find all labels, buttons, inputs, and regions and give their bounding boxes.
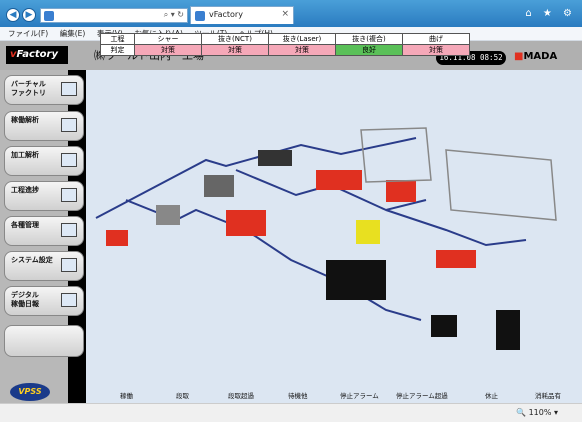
process-cell: 抜き(複合)	[335, 33, 403, 45]
zoom-value: 110%	[528, 408, 552, 417]
factory-icon	[61, 82, 77, 96]
sidebar-item-label: 加工解析	[11, 151, 39, 159]
storage-rack[interactable]	[445, 149, 557, 221]
sidebar-item-digital-daily-report[interactable]: デジタル 稼働日報	[4, 286, 84, 316]
machine[interactable]	[431, 315, 457, 337]
page-icon	[44, 11, 54, 21]
sidebar-item-operation-analysis[interactable]: 稼働解析	[4, 111, 84, 141]
factory-floor-3d-view[interactable]	[86, 70, 582, 385]
machine[interactable]	[258, 150, 292, 166]
close-tab-icon[interactable]: ×	[281, 9, 289, 19]
judgment-cell[interactable]: 対策	[134, 44, 202, 56]
machine-alarm[interactable]	[226, 210, 266, 236]
sidebar: バーチャル ファクトリ 稼働解析 加工解析 工程進捗 各種管理 システム設定 デ…	[0, 70, 84, 403]
machine[interactable]	[156, 205, 180, 225]
browser-toolbar-icons[interactable]: ⌂ ★ ⚙	[525, 8, 576, 19]
sidebar-item-system-settings[interactable]: システム設定	[4, 251, 84, 281]
judgment-cell[interactable]: 対策	[402, 44, 470, 56]
status-legend: 稼働 段取 段取超過 待機他 停止アラーム 停止アラーム超過 休止 消耗品有	[90, 390, 582, 403]
rack-group	[360, 127, 557, 221]
storage-rack[interactable]	[360, 127, 432, 183]
sidebar-item-label: 各種管理	[11, 221, 39, 229]
menu-item-file[interactable]: ファイル(F)	[8, 29, 48, 38]
browser-titlebar: ◀ ▶ ⌕ ▾ ↻ vFactory × ⌂ ★ ⚙	[0, 0, 582, 27]
vpss-logo: VPSS	[10, 383, 50, 401]
judgment-cell[interactable]: 対策	[201, 44, 269, 56]
browser-tab[interactable]: vFactory ×	[190, 6, 294, 24]
tab-title: vFactory	[209, 10, 243, 19]
back-button[interactable]: ◀	[6, 8, 20, 22]
machine-alarm[interactable]	[386, 180, 416, 202]
settings-icon	[61, 258, 77, 272]
legend-item: 停止アラーム超過	[396, 392, 448, 400]
process-cell: 抜き(NCT)	[201, 33, 269, 45]
machine-alarm[interactable]	[316, 170, 362, 190]
sidebar-item-process-progress[interactable]: 工程進捗	[4, 181, 84, 211]
legend-item: 稼働	[120, 392, 133, 400]
sidebar-item-virtual-factory[interactable]: バーチャル ファクトリ	[4, 75, 84, 105]
legend-item: 段取	[176, 392, 189, 400]
grid-icon	[61, 223, 77, 237]
sidebar-empty-slot	[4, 325, 84, 357]
machine-alarm[interactable]	[106, 230, 128, 246]
judgment-cell[interactable]: 良好	[335, 44, 403, 56]
machine[interactable]	[496, 310, 520, 350]
zoom-level[interactable]: 🔍 110% ▾	[516, 408, 558, 417]
machine-setup[interactable]	[356, 220, 380, 244]
process-cell: 曲げ	[402, 33, 470, 45]
table-row: 判定 対策 対策 対策 良好 対策	[100, 44, 470, 56]
menu-item-edit[interactable]: 編集(E)	[60, 29, 86, 38]
sidebar-item-label: バーチャル ファクトリ	[11, 80, 46, 97]
machine[interactable]	[204, 175, 234, 197]
table-row: 工程 シャー 抜き(NCT) 抜き(Laser) 抜き(複合) 曲げ	[100, 33, 470, 45]
monitor-icon	[61, 118, 77, 132]
tab-icon	[195, 11, 205, 21]
address-bar[interactable]: ⌕ ▾ ↻	[40, 8, 188, 23]
sidebar-item-label: デジタル 稼働日報	[11, 291, 39, 308]
legend-item: 休止	[485, 392, 498, 400]
legend-item: 停止アラーム	[340, 392, 379, 400]
machine[interactable]	[326, 260, 386, 300]
progress-icon	[61, 188, 77, 202]
search-refresh-icon[interactable]: ⌕ ▾ ↻	[164, 10, 184, 20]
sidebar-item-management[interactable]: 各種管理	[4, 216, 84, 246]
legend-item: 段取超過	[228, 392, 254, 400]
chart-icon	[61, 153, 77, 167]
row-label: 工程	[100, 33, 135, 45]
machine-alarm[interactable]	[436, 250, 476, 268]
browser-statusbar: 🔍 110% ▾	[0, 403, 582, 422]
legend-item: 消耗品有	[535, 392, 561, 400]
process-cell: シャー	[134, 33, 202, 45]
judgment-cell[interactable]: 対策	[268, 44, 336, 56]
process-judgment-table: 工程 シャー 抜き(NCT) 抜き(Laser) 抜き(複合) 曲げ 判定 対策…	[100, 33, 470, 56]
amada-logo: ■MADA	[514, 51, 558, 62]
vfactory-logo: vFactory	[6, 46, 68, 64]
row-label: 判定	[100, 44, 135, 56]
sidebar-item-label: 工程進捗	[11, 186, 39, 194]
report-icon	[61, 293, 77, 307]
sidebar-item-processing-analysis[interactable]: 加工解析	[4, 146, 84, 176]
sidebar-item-label: 稼働解析	[11, 116, 39, 124]
forward-button[interactable]: ▶	[22, 8, 36, 22]
sidebar-item-label: システム設定	[11, 256, 53, 264]
process-cell: 抜き(Laser)	[268, 33, 336, 45]
legend-item: 待機他	[288, 392, 308, 400]
